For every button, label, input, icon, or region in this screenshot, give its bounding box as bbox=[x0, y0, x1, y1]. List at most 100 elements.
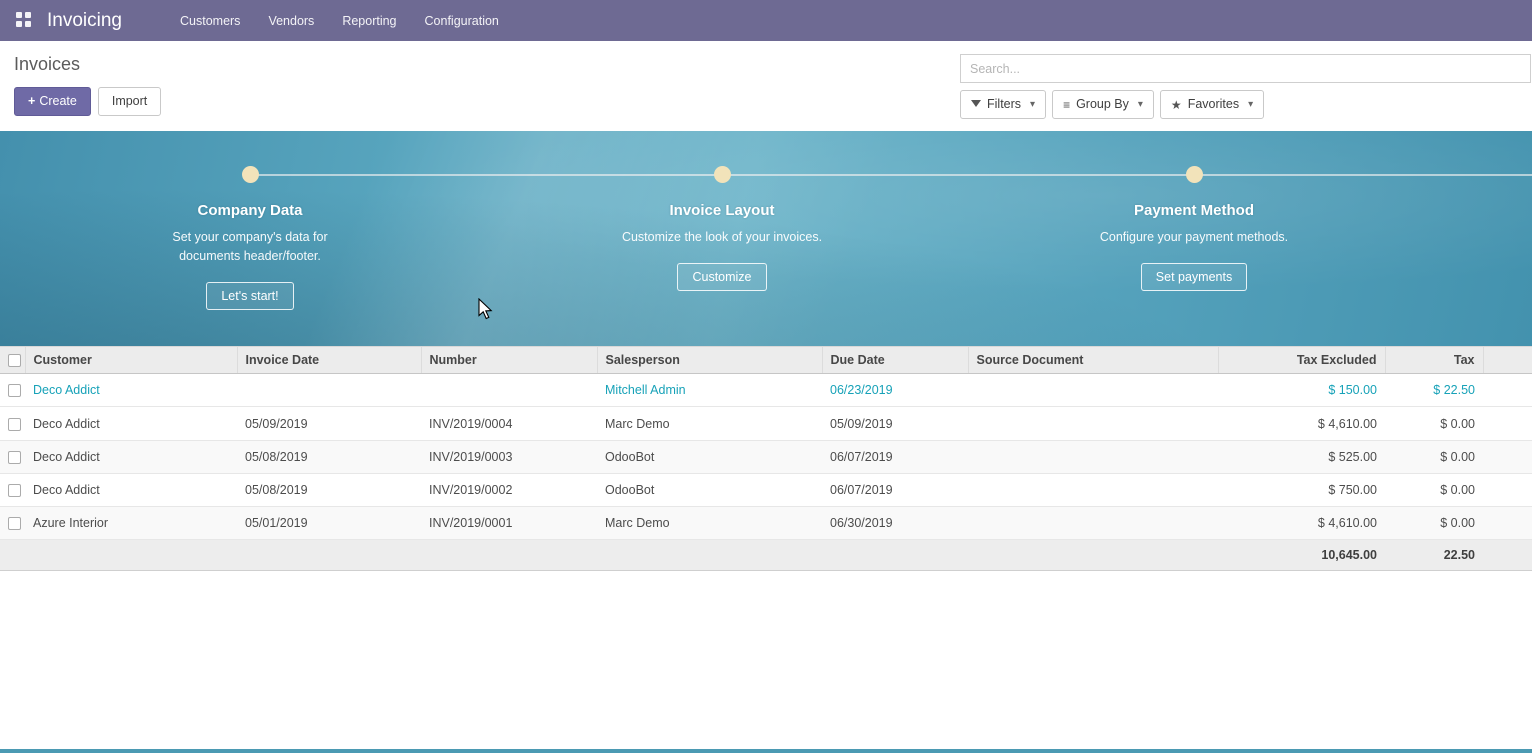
cell-source-document bbox=[968, 473, 1218, 506]
cell-tax: $ 0.00 bbox=[1385, 473, 1483, 506]
select-all-cell bbox=[0, 347, 25, 374]
cell-invoice-date: 05/09/2019 bbox=[237, 407, 421, 440]
column-due-date[interactable]: Due Date bbox=[822, 347, 968, 374]
row-checkbox[interactable] bbox=[8, 418, 21, 431]
filter-icon bbox=[971, 100, 981, 107]
cell-salesperson: OdooBot bbox=[597, 473, 822, 506]
invoice-row[interactable]: Deco Addict 05/08/2019 INV/2019/0003 Odo… bbox=[0, 440, 1532, 473]
cell-tax-excluded: $ 525.00 bbox=[1218, 440, 1385, 473]
step-description: Configure your payment methods. bbox=[1088, 228, 1300, 247]
invoice-row[interactable]: Deco Addict 05/08/2019 INV/2019/0002 Odo… bbox=[0, 473, 1532, 506]
menu-configuration[interactable]: Configuration bbox=[425, 14, 499, 28]
menu-customers[interactable]: Customers bbox=[180, 14, 240, 28]
control-panel-right: Filters ▾ ≡ Group By ▾ ★ Favorites ▾ bbox=[960, 54, 1532, 131]
cell-invoice-date: 05/01/2019 bbox=[237, 507, 421, 540]
star-icon: ★ bbox=[1171, 99, 1182, 111]
set-payments-button[interactable]: Set payments bbox=[1141, 263, 1247, 291]
onboarding-step-payment-method: Payment Method Configure your payment me… bbox=[1044, 166, 1344, 291]
cell-number bbox=[421, 374, 597, 407]
cell-due-date: 06/30/2019 bbox=[822, 507, 968, 540]
cell-number: INV/2019/0001 bbox=[421, 507, 597, 540]
cell-salesperson: Marc Demo bbox=[597, 407, 822, 440]
invoice-row[interactable]: Azure Interior 05/01/2019 INV/2019/0001 … bbox=[0, 507, 1532, 540]
cell-tax-excluded: $ 150.00 bbox=[1218, 374, 1385, 407]
top-navbar: Invoicing Customers Vendors Reporting Co… bbox=[0, 0, 1532, 41]
apps-menu-icon[interactable] bbox=[16, 12, 33, 29]
step-dot-icon bbox=[714, 166, 731, 183]
cell-customer: Deco Addict bbox=[25, 473, 237, 506]
control-panel: Invoices +Create Import Filters ▾ ≡ Grou… bbox=[0, 41, 1532, 131]
favorites-button[interactable]: ★ Favorites ▾ bbox=[1160, 90, 1264, 119]
row-checkbox[interactable] bbox=[8, 384, 21, 397]
control-panel-left: Invoices +Create Import bbox=[14, 54, 161, 131]
step-description: Customize the look of your invoices. bbox=[616, 228, 828, 247]
step-dot-icon bbox=[1186, 166, 1203, 183]
customize-button[interactable]: Customize bbox=[677, 263, 766, 291]
cell-due-date: 05/09/2019 bbox=[822, 407, 968, 440]
column-tax[interactable]: Tax bbox=[1385, 347, 1483, 374]
total-tax: 22.50 bbox=[1385, 540, 1483, 571]
cell-number: INV/2019/0004 bbox=[421, 407, 597, 440]
cell-source-document bbox=[968, 407, 1218, 440]
chevron-down-icon: ▾ bbox=[1030, 99, 1035, 111]
column-source-document[interactable]: Source Document bbox=[968, 347, 1218, 374]
column-customer[interactable]: Customer bbox=[25, 347, 237, 374]
cell-invoice-date: 05/08/2019 bbox=[237, 440, 421, 473]
app-name[interactable]: Invoicing bbox=[47, 10, 122, 32]
cell-salesperson: OdooBot bbox=[597, 440, 822, 473]
cell-tax: $ 0.00 bbox=[1385, 440, 1483, 473]
step-dot-icon bbox=[242, 166, 259, 183]
cell-number: INV/2019/0003 bbox=[421, 440, 597, 473]
cell-customer: Azure Interior bbox=[25, 507, 237, 540]
cell-tax-excluded: $ 4,610.00 bbox=[1218, 507, 1385, 540]
invoice-row[interactable]: Deco Addict Mitchell Admin 06/23/2019 $ … bbox=[0, 374, 1532, 407]
cell-tax-excluded: $ 750.00 bbox=[1218, 473, 1385, 506]
column-invoice-date[interactable]: Invoice Date bbox=[237, 347, 421, 374]
create-button[interactable]: +Create bbox=[14, 87, 91, 116]
cell-due-date: 06/07/2019 bbox=[822, 473, 968, 506]
onboarding-step-invoice-layout: Invoice Layout Customize the look of you… bbox=[572, 166, 872, 291]
column-spacer bbox=[1483, 347, 1532, 374]
cell-number: INV/2019/0002 bbox=[421, 473, 597, 506]
row-checkbox[interactable] bbox=[8, 484, 21, 497]
bottom-strip bbox=[0, 749, 1532, 753]
group-by-button[interactable]: ≡ Group By ▾ bbox=[1052, 90, 1154, 119]
step-title: Payment Method bbox=[1044, 202, 1344, 219]
group-by-icon: ≡ bbox=[1063, 99, 1070, 111]
cell-customer: Deco Addict bbox=[25, 374, 237, 407]
cell-tax-excluded: $ 4,610.00 bbox=[1218, 407, 1385, 440]
cell-invoice-date: 05/08/2019 bbox=[237, 473, 421, 506]
cell-due-date: 06/23/2019 bbox=[822, 374, 968, 407]
action-buttons: +Create Import bbox=[14, 87, 161, 116]
search-input[interactable] bbox=[960, 54, 1531, 83]
select-all-checkbox[interactable] bbox=[8, 354, 21, 367]
cell-tax: $ 0.00 bbox=[1385, 507, 1483, 540]
column-number[interactable]: Number bbox=[421, 347, 597, 374]
invoice-table: Customer Invoice Date Number Salesperson… bbox=[0, 346, 1532, 571]
cell-salesperson: Marc Demo bbox=[597, 507, 822, 540]
cell-source-document bbox=[968, 374, 1218, 407]
cell-tax: $ 0.00 bbox=[1385, 407, 1483, 440]
lets-start-button[interactable]: Let's start! bbox=[206, 282, 293, 310]
cell-source-document bbox=[968, 440, 1218, 473]
step-title: Company Data bbox=[100, 202, 400, 219]
page-title: Invoices bbox=[14, 54, 161, 75]
row-checkbox[interactable] bbox=[8, 517, 21, 530]
total-tax-excluded: 10,645.00 bbox=[1218, 540, 1385, 571]
onboarding-step-company-data: Company Data Set your company's data for… bbox=[100, 166, 400, 310]
cell-due-date: 06/07/2019 bbox=[822, 440, 968, 473]
import-button[interactable]: Import bbox=[98, 87, 161, 116]
invoice-row[interactable]: Deco Addict 05/09/2019 INV/2019/0004 Mar… bbox=[0, 407, 1532, 440]
filter-bar: Filters ▾ ≡ Group By ▾ ★ Favorites ▾ bbox=[960, 90, 1532, 119]
menu-vendors[interactable]: Vendors bbox=[268, 14, 314, 28]
navbar-menu: Customers Vendors Reporting Configuratio… bbox=[180, 14, 499, 28]
column-tax-excluded[interactable]: Tax Excluded bbox=[1218, 347, 1385, 374]
filters-button[interactable]: Filters ▾ bbox=[960, 90, 1046, 119]
cell-tax: $ 22.50 bbox=[1385, 374, 1483, 407]
column-salesperson[interactable]: Salesperson bbox=[597, 347, 822, 374]
table-header-row: Customer Invoice Date Number Salesperson… bbox=[0, 347, 1532, 374]
row-checkbox[interactable] bbox=[8, 451, 21, 464]
cell-customer: Deco Addict bbox=[25, 407, 237, 440]
menu-reporting[interactable]: Reporting bbox=[342, 14, 396, 28]
chevron-down-icon: ▾ bbox=[1248, 99, 1253, 111]
